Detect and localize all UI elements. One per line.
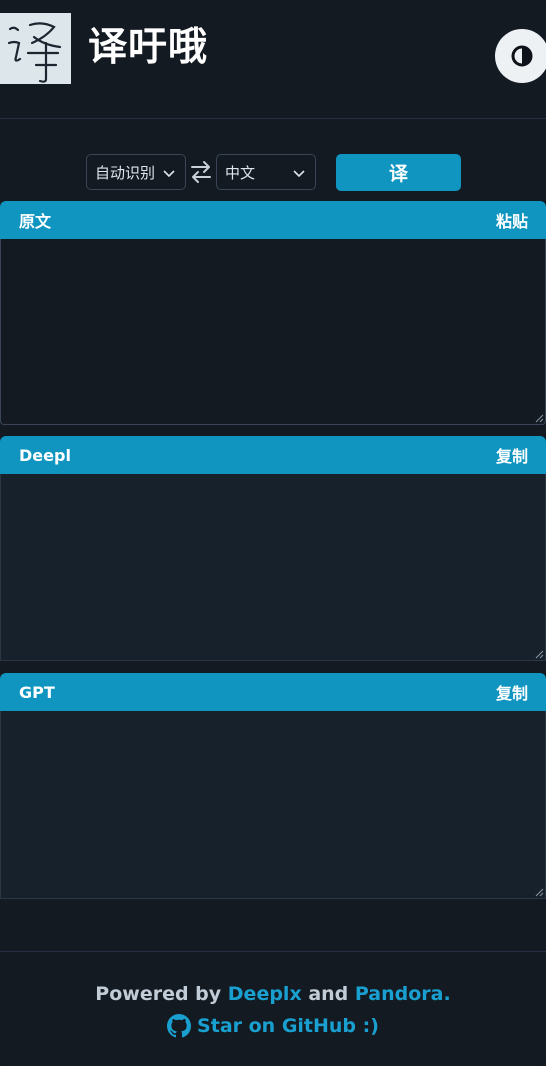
source-language-select[interactable]: 自动识别 — [86, 154, 186, 190]
source-panel-title: 原文 — [19, 212, 52, 231]
swap-languages-button[interactable] — [189, 159, 213, 185]
source-language-value: 自动识别 — [95, 163, 156, 182]
deepl-panel: Deepl 复制 — [0, 436, 546, 661]
resize-handle-icon[interactable] — [535, 888, 544, 897]
contrast-icon — [511, 45, 533, 67]
gpt-panel-header: GPT 复制 — [0, 673, 546, 711]
github-star-link[interactable]: Star on GitHub :) — [0, 1014, 546, 1038]
powered-by-text: Powered by — [95, 983, 228, 1005]
gpt-copy-button[interactable]: 复制 — [496, 680, 528, 704]
source-panel: 原文 粘贴 — [0, 201, 546, 425]
gpt-panel: GPT 复制 — [0, 673, 546, 899]
resize-handle-icon[interactable] — [535, 650, 544, 659]
source-panel-header: 原文 粘贴 — [0, 201, 546, 239]
paste-button[interactable]: 粘贴 — [496, 208, 528, 232]
gpt-panel-title: GPT — [19, 682, 55, 702]
chevron-down-icon — [163, 170, 175, 178]
github-icon — [167, 1014, 192, 1038]
logo — [0, 13, 71, 84]
target-language-select[interactable]: 中文 — [216, 154, 316, 190]
app-page: 译吁哦 自动识别 中文 译 原文 粘贴 Deepl 复制 GPT 复制 Powe… — [0, 0, 546, 1066]
translate-toolbar: 自动识别 中文 译 — [0, 152, 546, 192]
theme-toggle-button[interactable] — [495, 29, 546, 83]
footer: Powered by Deeplx and Pandora. Star on G… — [0, 951, 546, 1066]
and-text: and — [301, 983, 355, 1005]
deepl-panel-title: Deepl — [19, 445, 71, 465]
github-star-text: Star on GitHub :) — [197, 1015, 379, 1037]
pandora-link[interactable]: Pandora. — [355, 983, 451, 1005]
deepl-panel-header: Deepl 复制 — [0, 436, 546, 474]
logo-glyph-icon — [7, 22, 62, 83]
deepl-output-textarea[interactable] — [0, 474, 546, 661]
source-textarea[interactable] — [0, 239, 546, 425]
target-language-value: 中文 — [225, 163, 256, 182]
chevron-down-icon — [293, 170, 305, 178]
swap-arrows-icon — [191, 161, 211, 183]
resize-handle-icon[interactable] — [535, 414, 544, 423]
app-header: 译吁哦 — [0, 0, 546, 119]
gpt-output-textarea[interactable] — [0, 711, 546, 899]
deepl-copy-button[interactable]: 复制 — [496, 443, 528, 467]
powered-by-line: Powered by Deeplx and Pandora. — [0, 983, 546, 1005]
translate-button[interactable]: 译 — [336, 154, 461, 191]
app-title: 译吁哦 — [88, 25, 209, 70]
deeplx-link[interactable]: Deeplx — [228, 983, 302, 1005]
